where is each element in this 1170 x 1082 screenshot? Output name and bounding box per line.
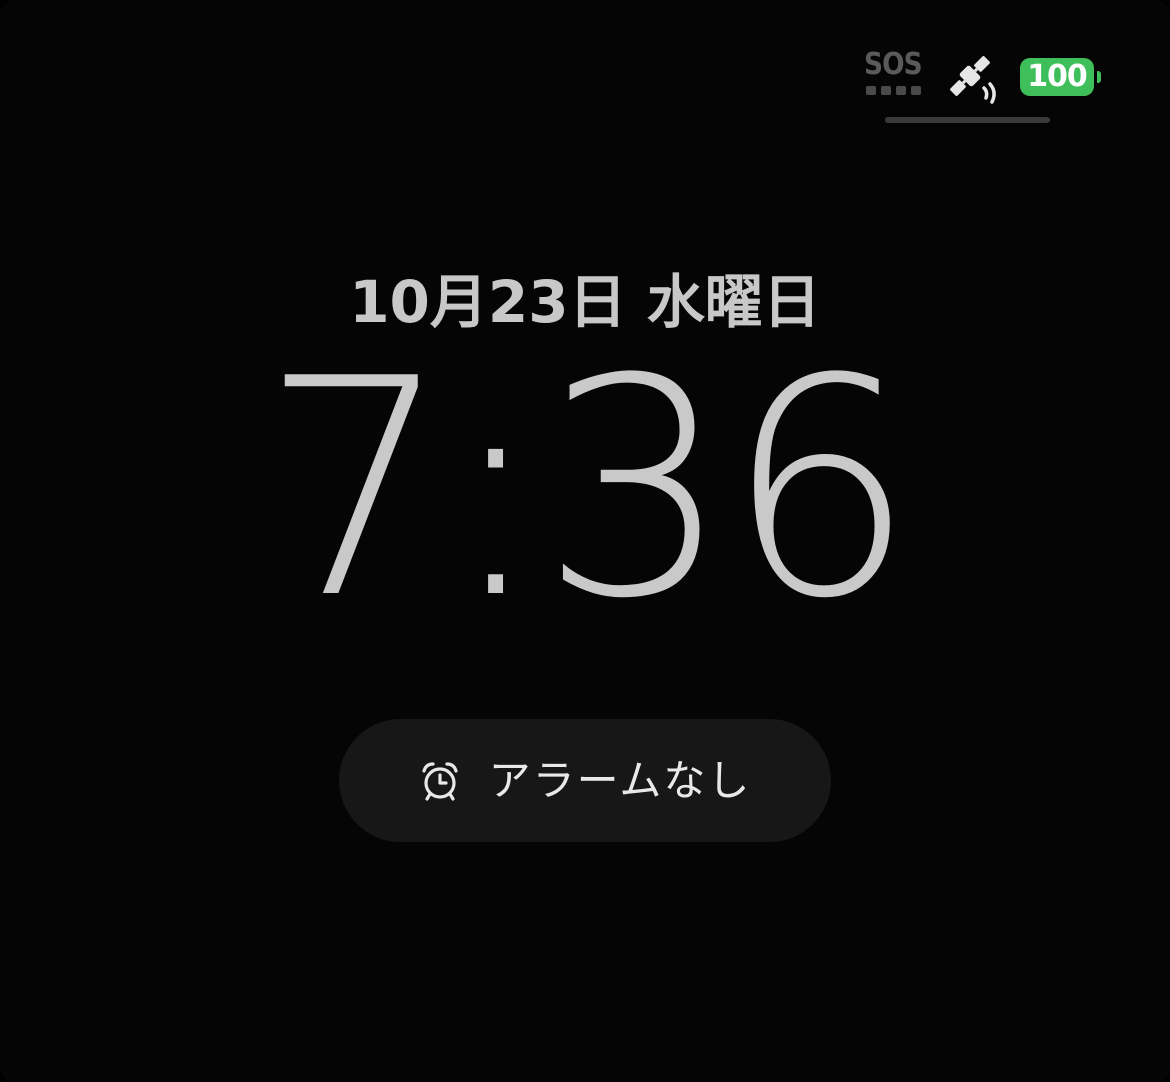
cellular-status: SOS xyxy=(860,48,926,95)
signal-dot xyxy=(895,86,906,95)
status-bar-underline xyxy=(885,117,1050,123)
lock-screen: SOS 100 10月23日 水曜日 7:36 アラームなし xyxy=(0,0,1170,1082)
lock-screen-time: 7:36 xyxy=(260,315,916,664)
signal-dot xyxy=(880,86,891,95)
signal-strength-icon xyxy=(865,86,921,95)
satellite-icon xyxy=(950,56,996,104)
battery-level: 100 xyxy=(1027,59,1088,94)
signal-dot xyxy=(865,86,876,95)
alarm-clock-icon xyxy=(422,761,458,801)
alarm-status-button[interactable]: アラームなし xyxy=(339,719,831,842)
sos-indicator: SOS xyxy=(864,47,923,82)
signal-dot xyxy=(910,86,921,95)
status-bar: SOS 100 xyxy=(860,48,1101,108)
alarm-status-label: アラームなし xyxy=(488,755,752,805)
battery-indicator: 100 xyxy=(1020,58,1101,96)
